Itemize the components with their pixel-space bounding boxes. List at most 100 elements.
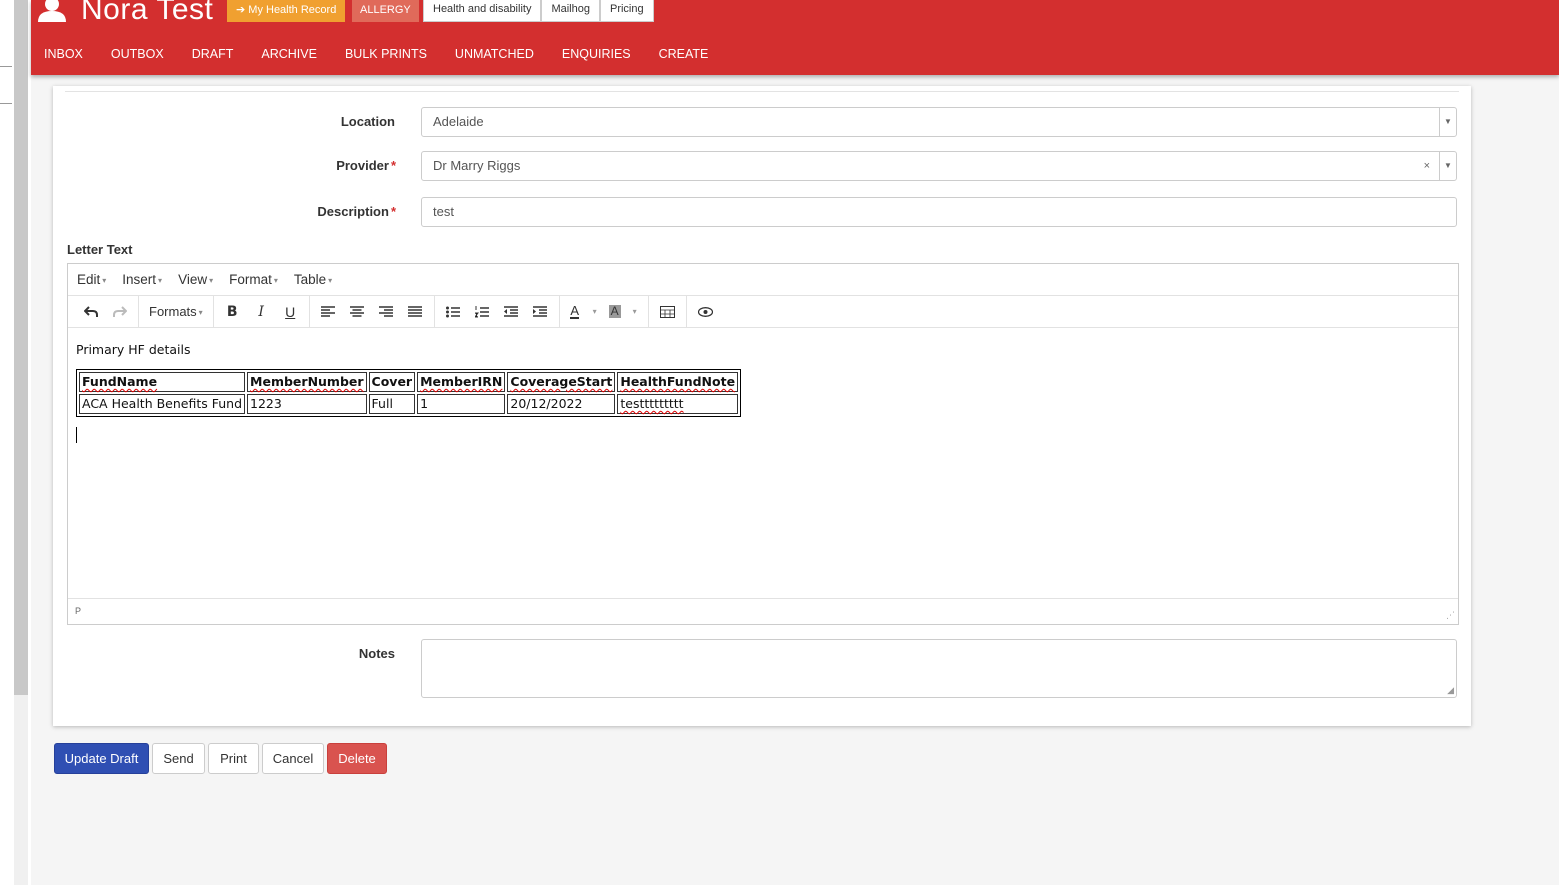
nav-archive[interactable]: ARCHIVE <box>247 44 331 64</box>
list-group <box>435 295 560 328</box>
undo-icon[interactable] <box>76 298 105 326</box>
notes-label: Notes <box>358 646 395 661</box>
location-value: Adelaide <box>433 114 484 129</box>
left-strip <box>0 0 31 885</box>
caret-down-icon: ▾ <box>328 275 333 285</box>
caret-down-icon: ▾ <box>198 308 203 318</box>
app-header: Nora Test ➔ My Health Record ALLERGY Hea… <box>31 0 1559 75</box>
redo-icon[interactable] <box>105 298 134 326</box>
indent-icon[interactable] <box>526 298 555 326</box>
resize-handle-icon[interactable]: ⋰ <box>1446 610 1455 621</box>
text-color-icon[interactable]: A <box>564 298 586 326</box>
provider-select[interactable]: Dr Marry Riggs × ▼ <box>421 151 1457 181</box>
nav-create[interactable]: CREATE <box>645 44 723 64</box>
location-select[interactable]: Adelaide ▼ <box>421 107 1457 137</box>
tab-pricing[interactable]: Pricing <box>599 0 654 22</box>
scrollbar-thumb[interactable] <box>14 0 28 695</box>
numbered-list-icon[interactable] <box>468 298 497 326</box>
editor-content[interactable]: Primary HF details FundName MemberNumber… <box>68 329 1458 599</box>
patient-name: Nora Test <box>81 0 214 26</box>
italic-icon[interactable]: I <box>247 298 276 326</box>
table-header-cell: Cover <box>368 372 416 392</box>
background-color-icon[interactable]: A <box>604 298 626 326</box>
table-cell: Full <box>368 394 416 414</box>
chevron-down-icon[interactable]: ▼ <box>1439 152 1456 180</box>
history-group <box>72 295 139 328</box>
menu-table[interactable]: Table ▾ <box>294 272 332 287</box>
table-header-cell: FundName <box>79 372 246 392</box>
align-center-icon[interactable] <box>343 298 372 326</box>
table-header-cell: MemberIRN <box>417 372 506 392</box>
element-path[interactable]: P <box>75 606 81 616</box>
tab-mailhog[interactable]: Mailhog <box>541 0 600 22</box>
text-style-group: B I U <box>214 295 310 328</box>
health-fund-table: FundName MemberNumber Cover MemberIRN Co… <box>76 369 742 417</box>
letter-form-panel: Location Adelaide ▼ Provider * Dr Marry R… <box>53 86 1471 726</box>
eye-icon[interactable] <box>691 298 720 326</box>
editor-menubar: Edit ▾ Insert ▾ View ▾ Format ▾ Table ▾ <box>68 264 1458 296</box>
main-nav: INBOX OUTBOX DRAFT ARCHIVE BULK PRINTS U… <box>31 44 722 64</box>
arrow-circle-icon: ➔ <box>236 4 246 16</box>
table-icon[interactable] <box>653 298 682 326</box>
required-mark: * <box>390 158 396 173</box>
nav-bulk-prints[interactable]: BULK PRINTS <box>331 44 441 64</box>
table-group <box>649 295 687 328</box>
left-divider <box>0 66 12 67</box>
table-cell: 1 <box>417 394 506 414</box>
editor-statusbar: P ⋰ <box>68 598 1458 624</box>
provider-value: Dr Marry Riggs <box>433 158 521 173</box>
nav-outbox[interactable]: OUTBOX <box>97 44 178 64</box>
align-justify-icon[interactable] <box>401 298 430 326</box>
description-input[interactable]: test <box>421 197 1457 227</box>
outdent-icon[interactable] <box>497 298 526 326</box>
nav-inbox[interactable]: INBOX <box>31 44 97 64</box>
top-tabs: Health and disability Mailhog Pricing <box>423 0 654 22</box>
caret-down-icon[interactable]: ▾ <box>626 307 644 316</box>
send-button[interactable]: Send <box>152 743 205 774</box>
caret-down-icon: ▾ <box>102 275 107 285</box>
delete-button[interactable]: Delete <box>327 743 387 774</box>
formats-dropdown[interactable]: Formats ▾ <box>143 304 209 319</box>
menu-insert[interactable]: Insert ▾ <box>122 272 162 287</box>
color-group: A ▾ A ▾ <box>560 295 649 328</box>
description-label: Description * <box>317 204 396 219</box>
tab-health-and-disability[interactable]: Health and disability <box>423 0 542 22</box>
formats-group: Formats ▾ <box>139 295 214 328</box>
location-label: Location <box>340 114 395 129</box>
clear-icon[interactable]: × <box>1424 152 1430 180</box>
cancel-button[interactable]: Cancel <box>262 743 324 774</box>
bullet-list-icon[interactable] <box>439 298 468 326</box>
caret-down-icon[interactable]: ▾ <box>586 307 604 316</box>
resize-handle-icon[interactable]: ◢ <box>1447 685 1454 696</box>
menu-format[interactable]: Format ▾ <box>229 272 278 287</box>
table-cell: 20/12/2022 <box>507 394 616 414</box>
align-left-icon[interactable] <box>314 298 343 326</box>
menu-view[interactable]: View ▾ <box>178 272 213 287</box>
menu-edit[interactable]: Edit ▾ <box>77 272 106 287</box>
chevron-down-icon[interactable]: ▼ <box>1439 108 1456 136</box>
table-header-cell: CoverageStart <box>507 372 616 392</box>
editor-toolbar: Formats ▾ B I U A ▾ A ▾ <box>68 295 1458 328</box>
my-health-record-badge[interactable]: ➔ My Health Record <box>227 0 346 22</box>
table-cell: ACA Health Benefits Fund <box>79 394 246 414</box>
allergy-badge[interactable]: ALLERGY <box>352 0 419 22</box>
underline-icon[interactable]: U <box>276 298 305 326</box>
rich-text-editor: Edit ▾ Insert ▾ View ▾ Format ▾ Table ▾ Forma… <box>67 263 1459 625</box>
nav-unmatched[interactable]: UNMATCHED <box>441 44 548 64</box>
table-cell: testtttttttt <box>617 394 739 414</box>
caret-down-icon: ▾ <box>273 275 278 285</box>
preview-group <box>687 296 724 328</box>
letter-text-label: Letter Text <box>67 242 133 257</box>
align-right-icon[interactable] <box>372 298 401 326</box>
table-row: ACA Health Benefits Fund 1223 Full 1 20/… <box>79 394 739 414</box>
my-health-record-label: My Health Record <box>248 4 337 16</box>
nav-draft[interactable]: DRAFT <box>178 44 248 64</box>
required-mark: * <box>390 204 396 219</box>
nav-enquiries[interactable]: ENQUIRIES <box>548 44 645 64</box>
notes-textarea[interactable]: ◢ <box>421 639 1457 698</box>
table-header-cell: MemberNumber <box>247 372 367 392</box>
update-draft-button[interactable]: Update Draft <box>54 743 149 774</box>
print-button[interactable]: Print <box>208 743 259 774</box>
paragraph-primary-hf: Primary HF details <box>76 342 191 357</box>
bold-icon[interactable]: B <box>218 298 247 326</box>
